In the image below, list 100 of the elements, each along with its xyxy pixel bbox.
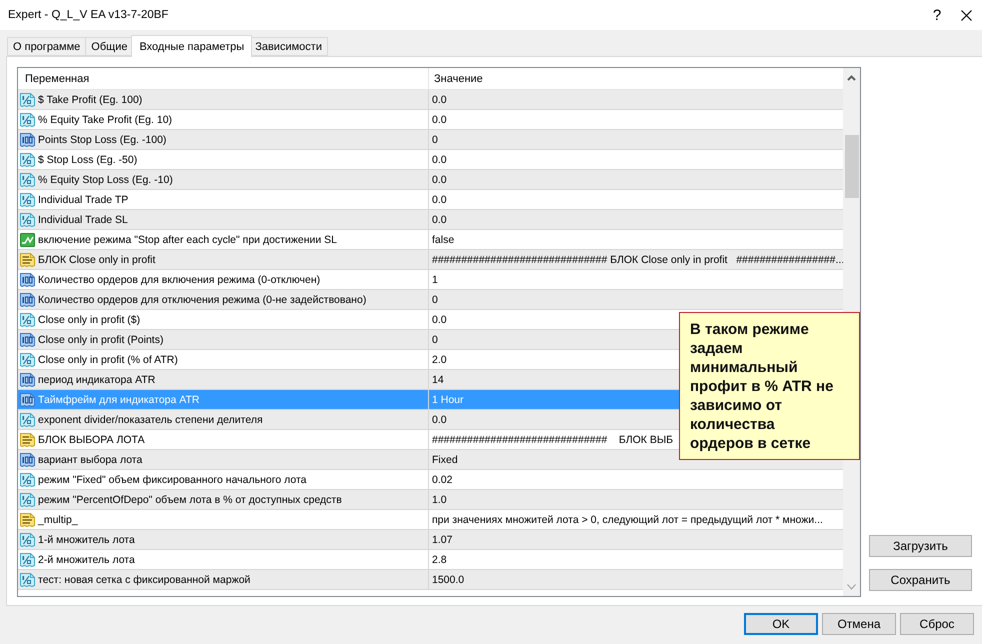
number-icon: [20, 452, 35, 466]
fraction-icon: [20, 172, 35, 186]
parameter-value: 0.02: [432, 474, 452, 486]
parameter-value: 0.0: [432, 94, 447, 106]
table-row[interactable]: _multip_ при значениях множитей лота > 0, следующий лот = предыдущий лот * множи...: [18, 510, 843, 530]
load-button[interactable]: Загрузить: [869, 535, 972, 557]
parameter-name: вариант выбора лота: [38, 454, 142, 466]
parameter-name: Количество ордеров для включения режима (0-отключен): [38, 274, 320, 286]
parameter-value: 0: [432, 134, 438, 146]
tab[interactable]: Общие: [85, 37, 134, 56]
parameter-name: % Equity Take Profit (Eg. 10): [38, 114, 172, 126]
dialog-button[interactable]: Сброс: [900, 613, 974, 635]
parameter-name: тест: новая сетка с фиксированной маржой: [38, 574, 250, 586]
dialog-button[interactable]: OK: [744, 613, 818, 635]
table-row[interactable]: % Equity Stop Loss (Eg. -10) 0.0: [18, 170, 843, 190]
fraction-icon: [20, 572, 35, 586]
tab[interactable]: Зависимости: [249, 37, 328, 56]
table-row[interactable]: Individual Trade SL 0.0: [18, 210, 843, 230]
table-row[interactable]: Количество ордеров для включения режима (0-отключен) 1: [18, 270, 843, 290]
parameter-value: 0: [432, 294, 438, 306]
text-lines-icon: [20, 512, 35, 526]
parameter-value: 0.0: [432, 194, 447, 206]
parameter-name: exponent divider/показатель степени делителя: [38, 414, 263, 426]
parameter-value: 2.8: [432, 554, 447, 566]
table-row[interactable]: 1-й множитель лота 1.07: [18, 530, 843, 550]
parameter-value: 0.0: [432, 214, 447, 226]
table-row[interactable]: вариант выбора лота Fixed: [18, 450, 843, 470]
fraction-icon: [20, 472, 35, 486]
parameter-value: 0: [432, 334, 438, 346]
column-header[interactable]: Переменная: [25, 72, 90, 84]
fraction-icon: [20, 352, 35, 366]
save-button[interactable]: Сохранить: [869, 569, 972, 591]
parameter-name: $ Take Profit (Eg. 100): [38, 94, 142, 106]
parameter-name: Таймфрейм для индикатора ATR: [38, 394, 200, 406]
fraction-icon: [20, 552, 35, 566]
number-icon: [20, 132, 35, 146]
tooltip: В таком режиме задаем минимальный профит в % ATR не зависимо от количества ордеров в сетке: [679, 312, 860, 460]
parameter-name: Close only in profit (Points): [38, 334, 164, 346]
parameter-name: Individual Trade SL: [38, 214, 128, 226]
table-row[interactable]: 2-й множитель лота 2.8: [18, 550, 843, 570]
fraction-icon: [20, 212, 35, 226]
fraction-icon: [20, 92, 35, 106]
fraction-icon: [20, 312, 35, 326]
table-row[interactable]: БЛОК Close only in profit ############################## БЛОК Close only in profit #################...: [18, 250, 843, 270]
parameter-value: 14: [432, 374, 444, 386]
parameter-value: при значениях множитей лота > 0, следующий лот = предыдущий лот * множи...: [432, 514, 823, 526]
parameter-name: включение режима "Stop after each cycle" при достижении SL: [38, 234, 337, 246]
dialog-button[interactable]: Отмена: [822, 613, 896, 635]
table-row[interactable]: режим "Fixed" объем фиксированного начального лота 0.02: [18, 470, 843, 490]
table-row[interactable]: тест: новая сетка с фиксированной маржой 1500.0: [18, 570, 843, 590]
parameter-value: 1: [432, 274, 438, 286]
parameter-value: 1500.0: [432, 574, 464, 586]
parameter-name: $ Stop Loss (Eg. -50): [38, 154, 138, 166]
scrollbar-thumb[interactable]: [844, 135, 858, 198]
tab[interactable]: Входные параметры: [131, 35, 252, 57]
fraction-icon: [20, 112, 35, 126]
table-row[interactable]: $ Take Profit (Eg. 100) 0.0: [18, 90, 843, 110]
parameter-value: 1.07: [432, 534, 452, 546]
parameter-name: Individual Trade TP: [38, 194, 128, 206]
parameter-name: режим "Fixed" объем фиксированного начального лота: [38, 474, 306, 486]
table-row[interactable]: Individual Trade TP 0.0: [18, 190, 843, 210]
table-row[interactable]: Количество ордеров для отключения режима (0-не задействовано) 0: [18, 290, 843, 310]
parameter-name: режим "PercentOfDepo" объем лота в % от доступных средств: [38, 494, 342, 506]
parameter-value: false: [432, 234, 454, 246]
parameter-value: 2.0: [432, 354, 447, 366]
parameter-value: 0.0: [432, 154, 447, 166]
parameter-name: БЛОК ВЫБОРА ЛОТА: [38, 434, 145, 446]
table-row[interactable]: режим "PercentOfDepo" объем лота в % от доступных средств 1.0: [18, 490, 843, 510]
parameter-value: 0.0: [432, 314, 447, 326]
number-icon: [20, 272, 35, 286]
window-title: Expert - Q_L_V EA v13-7-20BF: [8, 9, 168, 21]
parameter-value: 0.0: [432, 414, 447, 426]
close-icon: [960, 10, 972, 20]
table-row[interactable]: Points Stop Loss (Eg. -100) 0: [18, 130, 843, 150]
number-icon: [20, 332, 35, 346]
table-row[interactable]: $ Stop Loss (Eg. -50) 0.0: [18, 150, 843, 170]
tab[interactable]: О программе: [7, 37, 86, 56]
parameter-value: Fixed: [432, 454, 458, 466]
parameter-value: ############################## БЛОК ВЫБ: [432, 434, 674, 446]
parameter-value: ############################## БЛОК Close only in profit #################...: [432, 254, 843, 266]
parameter-value: 0.0: [432, 114, 447, 126]
table-row[interactable]: включение режима "Stop after each cycle" при достижении SL false: [18, 230, 843, 250]
fraction-icon: [20, 412, 35, 426]
fraction-icon: [20, 152, 35, 166]
parameter-value: 1.0: [432, 494, 447, 506]
parameter-name: БЛОК Close only in profit: [38, 254, 156, 266]
parameter-name: Количество ордеров для отключения режима (0-не задействовано): [38, 294, 366, 306]
help-button[interactable]: ?: [923, 0, 951, 30]
parameter-name: 2-й множитель лота: [38, 554, 135, 566]
text-lines-icon: [20, 252, 35, 266]
parameter-name: _multip_: [38, 514, 78, 526]
column-header[interactable]: Значение: [434, 72, 483, 84]
fraction-icon: [20, 192, 35, 206]
fraction-icon: [20, 492, 35, 506]
table-row[interactable]: % Equity Take Profit (Eg. 10) 0.0: [18, 110, 843, 130]
number-icon: [20, 372, 35, 386]
chevron-up-icon[interactable]: [847, 75, 856, 81]
parameter-name: Close only in profit ($): [38, 314, 140, 326]
parameter-value: 1 Hour: [432, 394, 464, 406]
number-icon: [20, 392, 35, 406]
